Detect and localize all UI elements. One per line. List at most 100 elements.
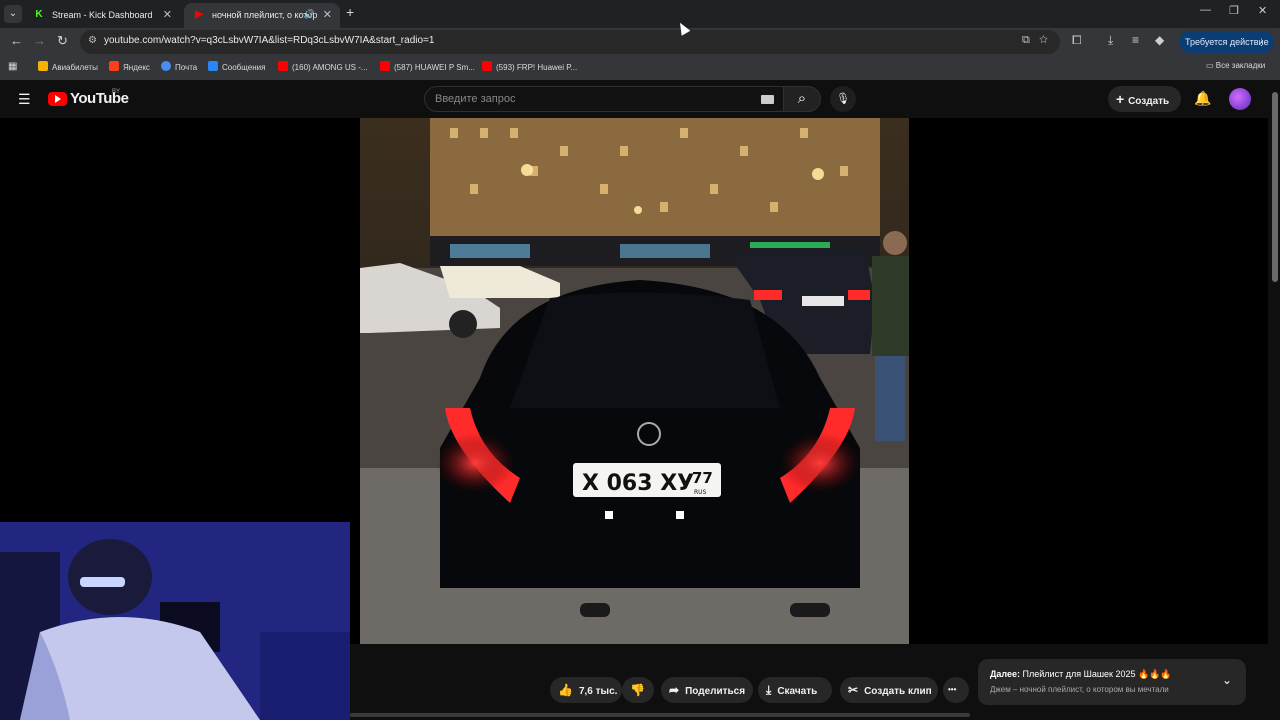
action-required-button[interactable]: Требуется действие ⋮ <box>1179 31 1274 53</box>
youtube-play-icon <box>48 92 67 106</box>
webcam-overlay <box>0 522 350 720</box>
download-label: Скачать <box>777 686 818 697</box>
bookmark-item[interactable]: Яндекс <box>109 61 150 72</box>
bookmark-item[interactable]: (587) HUAWEI P Sm... <box>380 61 475 72</box>
avatar[interactable] <box>1229 88 1251 110</box>
minimize-button[interactable]: — <box>1200 4 1211 16</box>
close-tab-icon[interactable]: ✕ <box>323 5 332 26</box>
download-icon: ⤓ <box>766 683 772 697</box>
tab-title: Stream - Kick Dashboard <box>52 10 153 20</box>
youtube-icon <box>278 61 288 71</box>
extensions-icon[interactable]: ⧠ <box>1072 33 1082 48</box>
kick-icon: K <box>35 9 43 20</box>
bookmark-item[interactable]: Почта <box>161 61 197 72</box>
apps-grid-icon[interactable]: ▦ <box>8 61 17 72</box>
microphone-icon: 🎙 <box>836 93 850 105</box>
plate-region: 77 <box>692 469 713 487</box>
back-icon[interactable]: ← <box>10 33 23 48</box>
all-bookmarks[interactable]: ▭ Все закладки <box>1206 61 1265 70</box>
youtube-icon <box>482 61 492 71</box>
share-button[interactable]: ➦ Поделиться <box>661 677 753 703</box>
reload-icon[interactable]: ↻ <box>57 33 68 49</box>
create-clip-button[interactable]: ✂ Создать клип <box>840 677 938 703</box>
share-icon: ➦ <box>669 683 680 697</box>
bookmark-label: (593) FRP! Huawei P... <box>496 63 578 72</box>
thumbs-down-icon: 👎 <box>630 683 645 697</box>
region-code: BY <box>112 89 121 95</box>
like-button[interactable]: 👍 7,6 тыс. <box>550 677 622 703</box>
tab-kick-dashboard[interactable]: K Stream - Kick Dashboard ✕ <box>24 3 180 28</box>
bookmark-item[interactable]: (160) AMONG US -... <box>278 61 368 72</box>
url-text[interactable]: youtube.com/watch?v=q3cLsbvW7IA&list=RDq… <box>104 35 434 46</box>
thumbs-up-icon: 👍 <box>558 683 573 697</box>
plate-number: Х 063 ХУ <box>582 471 694 496</box>
kebab-menu-icon[interactable]: ⋮ <box>1257 31 1266 53</box>
bell-icon[interactable]: 🔔 <box>1194 90 1211 107</box>
close-window-button[interactable]: ✕ <box>1258 4 1267 17</box>
voice-search-button[interactable]: 🎙 <box>830 86 856 112</box>
youtube-icon <box>380 61 390 71</box>
keyboard-icon[interactable] <box>761 95 774 104</box>
bookmark-label: Сообщения <box>222 63 266 72</box>
tab-title: ночной плейлист, о котор <box>212 10 318 20</box>
scissors-icon: ✂ <box>848 683 859 697</box>
scrollbar-thumb[interactable] <box>1272 92 1278 282</box>
speaker-icon[interactable]: 🔊 <box>304 4 315 25</box>
dislike-button[interactable]: 👎 <box>622 677 654 703</box>
download-button[interactable]: ⤓ Скачать <box>758 677 832 703</box>
search-input[interactable]: Введите запрос <box>435 93 515 105</box>
folder-icon: ▭ <box>1206 61 1216 70</box>
youtube-icon: ▶ <box>195 9 203 20</box>
search-icon: ⌕ <box>797 90 807 107</box>
all-bookmarks-label: Все закладки <box>1215 61 1266 70</box>
more-actions-button[interactable]: ••• <box>943 677 969 703</box>
tab-search-button[interactable]: ⌄ <box>4 5 22 23</box>
address-bar[interactable]: ⚙ youtube.com/watch?v=q3cLsbvW7IA&list=R… <box>80 30 1060 54</box>
profile-icon[interactable]: ◆ <box>1155 33 1164 47</box>
close-tab-icon[interactable]: ✕ <box>163 5 172 26</box>
up-next-title: Далее: Плейлист для Шашек 2025 🔥🔥🔥 <box>990 669 1172 680</box>
bookmarks-bar: ▦ Авиабилеты Яндекс Почта Сообщения (160… <box>0 56 1280 80</box>
mail-icon <box>161 61 171 71</box>
horizontal-divider <box>350 713 970 717</box>
share-label: Поделиться <box>685 686 746 697</box>
more-icon: ••• <box>948 685 957 694</box>
up-next-card[interactable]: Далее: Плейлист для Шашек 2025 🔥🔥🔥 Джем … <box>978 659 1246 705</box>
bookmark-label: Почта <box>175 63 198 72</box>
media-control-icon[interactable]: ≡ <box>1132 33 1139 47</box>
like-count: 7,6 тыс. <box>578 686 618 697</box>
search-box[interactable]: Введите запрос <box>424 86 784 112</box>
bookmark-label: Авиабилеты <box>52 63 98 72</box>
up-next-prefix: Далее: <box>990 669 1021 679</box>
clip-label: Создать клип <box>864 686 932 697</box>
bookmark-label: (160) AMONG US -... <box>292 63 368 72</box>
bookmark-icon <box>38 61 48 71</box>
search-button[interactable]: ⌕ <box>783 86 821 112</box>
new-tab-button[interactable]: + <box>346 4 354 20</box>
browser-tab-strip: ⌄ K Stream - Kick Dashboard ✕ ▶ ночной п… <box>0 0 1280 28</box>
browser-toolbar: ← → ↻ ⚙ youtube.com/watch?v=q3cLsbvW7IA&… <box>0 28 1280 56</box>
bookmark-item[interactable]: (593) FRP! Huawei P... <box>482 61 577 72</box>
youtube-header: ☰ YouTube BY Введите запрос ⌕ 🎙 + Создат… <box>0 80 1280 118</box>
bookmark-star-icon[interactable]: ⧉ ☆ <box>1022 34 1048 47</box>
bookmark-label: Яндекс <box>123 63 150 72</box>
maximize-button[interactable]: ❐ <box>1229 4 1239 17</box>
forward-icon[interactable]: → <box>33 33 46 48</box>
chevron-down-icon[interactable]: ⌄ <box>1222 673 1232 687</box>
create-label: Создать <box>1128 96 1170 107</box>
vk-icon <box>208 61 218 71</box>
create-button[interactable]: + Создать <box>1108 86 1181 112</box>
tab-youtube[interactable]: ▶ ночной плейлист, о котор 🔊 ✕ <box>184 3 340 28</box>
up-next-playlist: Плейлист для Шашек 2025 🔥🔥🔥 <box>1022 669 1172 679</box>
up-next-subtitle: Джем – ночной плейлист, о котором вы меч… <box>990 685 1169 694</box>
menu-icon[interactable]: ☰ <box>18 91 31 108</box>
bookmark-label: (587) HUAWEI P Sm... <box>394 63 475 72</box>
bookmark-item[interactable]: Авиабилеты <box>38 61 98 72</box>
yandex-icon <box>109 61 119 71</box>
download-icon[interactable]: ⤓ <box>1108 33 1113 48</box>
bookmark-item[interactable]: Сообщения <box>208 61 265 72</box>
site-info-icon[interactable]: ⚙ <box>88 35 97 46</box>
plus-icon: + <box>1116 91 1129 107</box>
plate-country: RUS <box>694 489 707 496</box>
video-frame[interactable]: Х 063 ХУ 77 RUS <box>360 118 909 644</box>
